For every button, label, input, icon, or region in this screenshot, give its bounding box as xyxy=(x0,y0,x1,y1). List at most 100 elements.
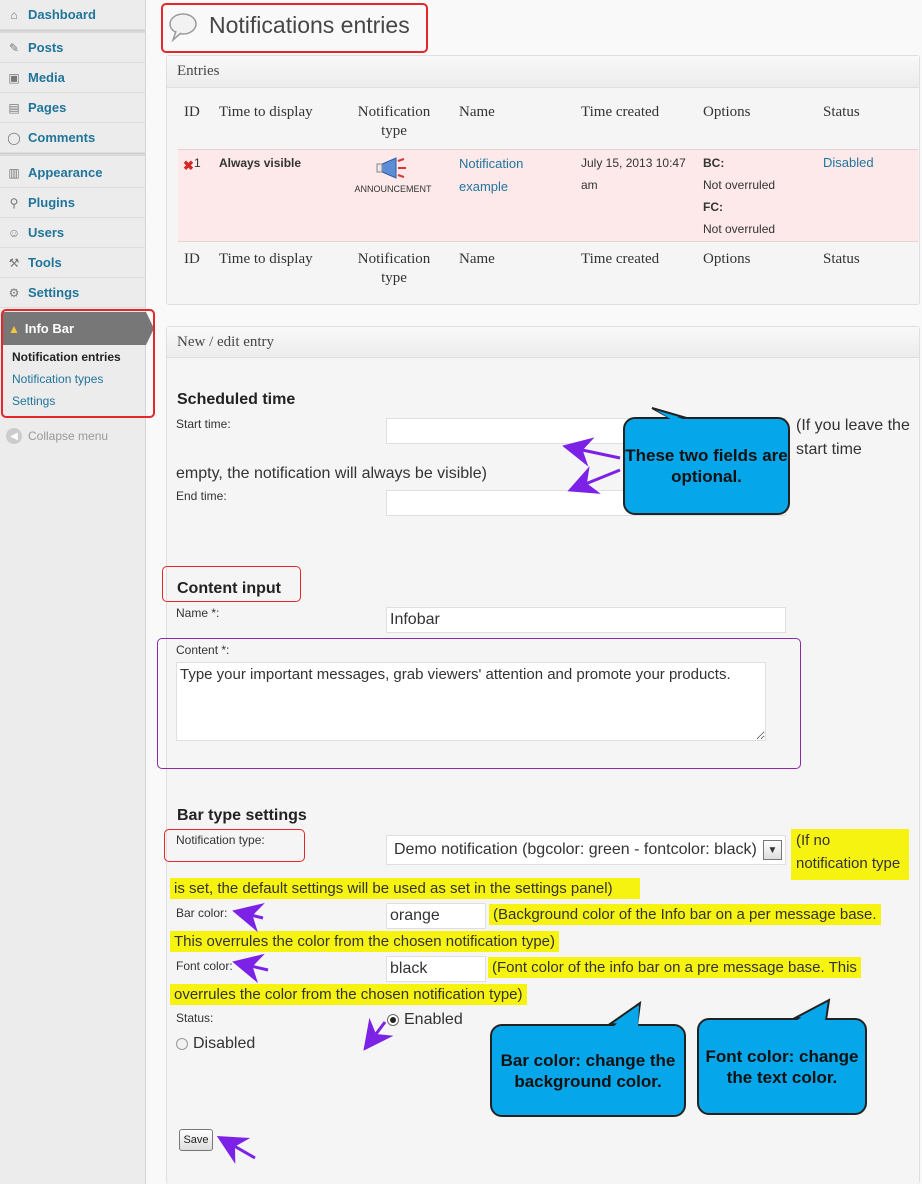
media-icon: ▣ xyxy=(8,70,20,85)
sidebar-item-posts[interactable]: ✎ Posts xyxy=(0,33,146,63)
status-enabled-label: Enabled xyxy=(404,1011,463,1028)
plugin-icon: ⚲ xyxy=(9,195,19,210)
bar-color-label: Bar color: xyxy=(176,906,228,920)
sidebar-item-label: Users xyxy=(28,225,65,240)
sidebar-item-appearance[interactable]: ▥ Appearance xyxy=(0,158,146,188)
sidebar-item-label: Dashboard xyxy=(28,7,96,22)
save-button[interactable]: Save xyxy=(179,1129,213,1151)
radio-enabled[interactable] xyxy=(387,1014,399,1026)
sidebar-item-label: Media xyxy=(28,70,65,85)
dashboard-icon: ⌂ xyxy=(10,7,18,22)
row-bc-value: Not overruled xyxy=(703,178,776,192)
comments-icon: ◯ xyxy=(7,130,21,145)
column-header-id: ID xyxy=(184,104,200,120)
tools-icon: ⚒ xyxy=(8,255,20,270)
sidebar-item-media[interactable]: ▣ Media xyxy=(0,63,146,93)
row-fc-label: FC: xyxy=(703,200,723,214)
start-time-hint: (If you leave the start time xyxy=(796,417,910,458)
chevron-down-icon[interactable]: ▼ xyxy=(763,840,782,860)
status-disabled-label: Disabled xyxy=(193,1035,256,1052)
name-input[interactable] xyxy=(386,607,786,633)
sidebar-item-label: Plugins xyxy=(28,195,75,210)
column-footer-notification-type: Notification type xyxy=(357,251,431,286)
column-footer-status: Status xyxy=(823,251,860,267)
sidebar-item-tools[interactable]: ⚒ Tools xyxy=(0,248,146,278)
notification-type-selected: Demo notification (bgcolor: green - font… xyxy=(394,841,757,858)
font-color-hint: (Font color of the info bar on a pre mes… xyxy=(488,957,861,978)
content-textarea[interactable]: Type your important messages, grab viewe… xyxy=(176,662,766,741)
notification-type-select[interactable]: Demo notification (bgcolor: green - font… xyxy=(386,835,786,865)
column-header-time-created: Time created xyxy=(581,104,660,120)
collapse-menu[interactable]: ◀ Collapse menu xyxy=(6,428,108,444)
sidebar-item-pages[interactable]: ▤ Pages xyxy=(0,93,146,123)
column-footer-id: ID xyxy=(184,251,200,267)
column-footer-name: Name xyxy=(459,251,495,267)
content-label: Content *: xyxy=(176,643,230,657)
row-fc-value: Not overruled xyxy=(703,222,776,236)
status-label: Status: xyxy=(176,1011,214,1025)
appearance-icon: ▥ xyxy=(8,165,20,180)
bar-type-settings-heading: Bar type settings xyxy=(177,807,307,824)
callout-bar-color: Bar color: change the background color. xyxy=(490,1024,686,1117)
column-header-options: Options xyxy=(703,104,751,120)
row-time-created: July 15, 2013 10:47 am xyxy=(581,156,686,192)
speech-bubble-icon xyxy=(169,13,197,43)
users-icon: ☺ xyxy=(7,225,21,240)
sidebar-item-label: Tools xyxy=(28,255,62,270)
sidebar-item-label: Settings xyxy=(28,285,80,300)
pin-icon: ✎ xyxy=(8,40,20,55)
sidebar-item-label: Appearance xyxy=(28,165,103,180)
content-input-heading: Content input xyxy=(177,580,281,597)
font-color-label: Font color: xyxy=(176,959,233,973)
column-header-status: Status xyxy=(823,104,860,120)
bar-color-hint: (Background color of the Info bar on a p… xyxy=(489,904,881,925)
row-type-caption: ANNOUNCEMENT xyxy=(354,184,432,194)
font-color-hint-continued: overrules the color from the chosen noti… xyxy=(170,984,527,1005)
entry-name-link[interactable]: Notification example xyxy=(459,152,559,198)
admin-sidebar: ⌂ Dashboard ✎ Posts ▣ Media ▤ Pages ◯ Comment… xyxy=(0,0,155,1184)
bar-color-input[interactable] xyxy=(386,903,486,929)
sidebar-item-users[interactable]: ☺ Users xyxy=(0,218,146,248)
column-header-notification-type: Notification type xyxy=(357,104,431,139)
sidebar-item-label: Pages xyxy=(28,100,67,115)
radio-disabled[interactable] xyxy=(176,1038,188,1050)
callout-optional-fields: These two fields are optional. xyxy=(623,417,790,515)
status-disabled-option[interactable]: Disabled xyxy=(176,1035,255,1053)
entries-panel-header: Entries xyxy=(167,56,919,88)
column-footer-options: Options xyxy=(703,251,751,267)
notification-type-hint-continued: is set, the default settings will be use… xyxy=(170,878,640,899)
sidebar-item-dashboard[interactable]: ⌂ Dashboard xyxy=(0,0,146,30)
row-bc-label: BC: xyxy=(703,156,725,170)
sidebar-item-label: Posts xyxy=(28,40,64,55)
sidebar-item-plugins[interactable]: ⚲ Plugins xyxy=(0,188,146,218)
collapse-label: Collapse menu xyxy=(28,429,109,443)
callout-font-color: Font color: change the text color. xyxy=(697,1018,867,1115)
settings-icon: ⚙ xyxy=(8,285,20,300)
bar-color-hint-continued: This overrules the color from the chosen… xyxy=(170,931,560,952)
collapse-arrow-icon: ◀ xyxy=(6,428,22,444)
scheduled-time-heading: Scheduled time xyxy=(177,391,296,408)
name-label: Name *: xyxy=(176,606,220,620)
status-enabled-option[interactable]: Enabled xyxy=(387,1011,463,1029)
font-color-input[interactable] xyxy=(386,956,486,982)
annotation-highlight-box xyxy=(1,309,155,418)
entry-status-link[interactable]: Disabled xyxy=(823,152,874,174)
edit-entry-panel-header: New / edit entry xyxy=(167,327,919,358)
sidebar-item-comments[interactable]: ◯ Comments xyxy=(0,123,146,153)
notification-type-hint: (If no notification type xyxy=(791,829,909,880)
sidebar-item-label: Comments xyxy=(28,130,96,145)
row-id: 1 xyxy=(194,156,201,170)
menu-separator xyxy=(0,153,146,156)
column-footer-time-created: Time created xyxy=(581,251,660,267)
row-time-to-display: Always visible xyxy=(219,156,302,170)
end-time-label: End time: xyxy=(176,489,227,503)
delete-icon[interactable]: ✖ xyxy=(183,158,194,174)
column-footer-time-to-display: Time to display xyxy=(219,251,313,267)
pages-icon: ▤ xyxy=(8,100,20,115)
column-header-name: Name xyxy=(459,104,495,120)
page-title: Notifications entries xyxy=(209,12,410,38)
sidebar-item-settings[interactable]: ⚙ Settings xyxy=(0,278,146,308)
notification-type-label: Notification type: xyxy=(176,833,265,847)
megaphone-icon xyxy=(376,157,406,179)
column-header-time-to-display: Time to display xyxy=(219,104,313,120)
